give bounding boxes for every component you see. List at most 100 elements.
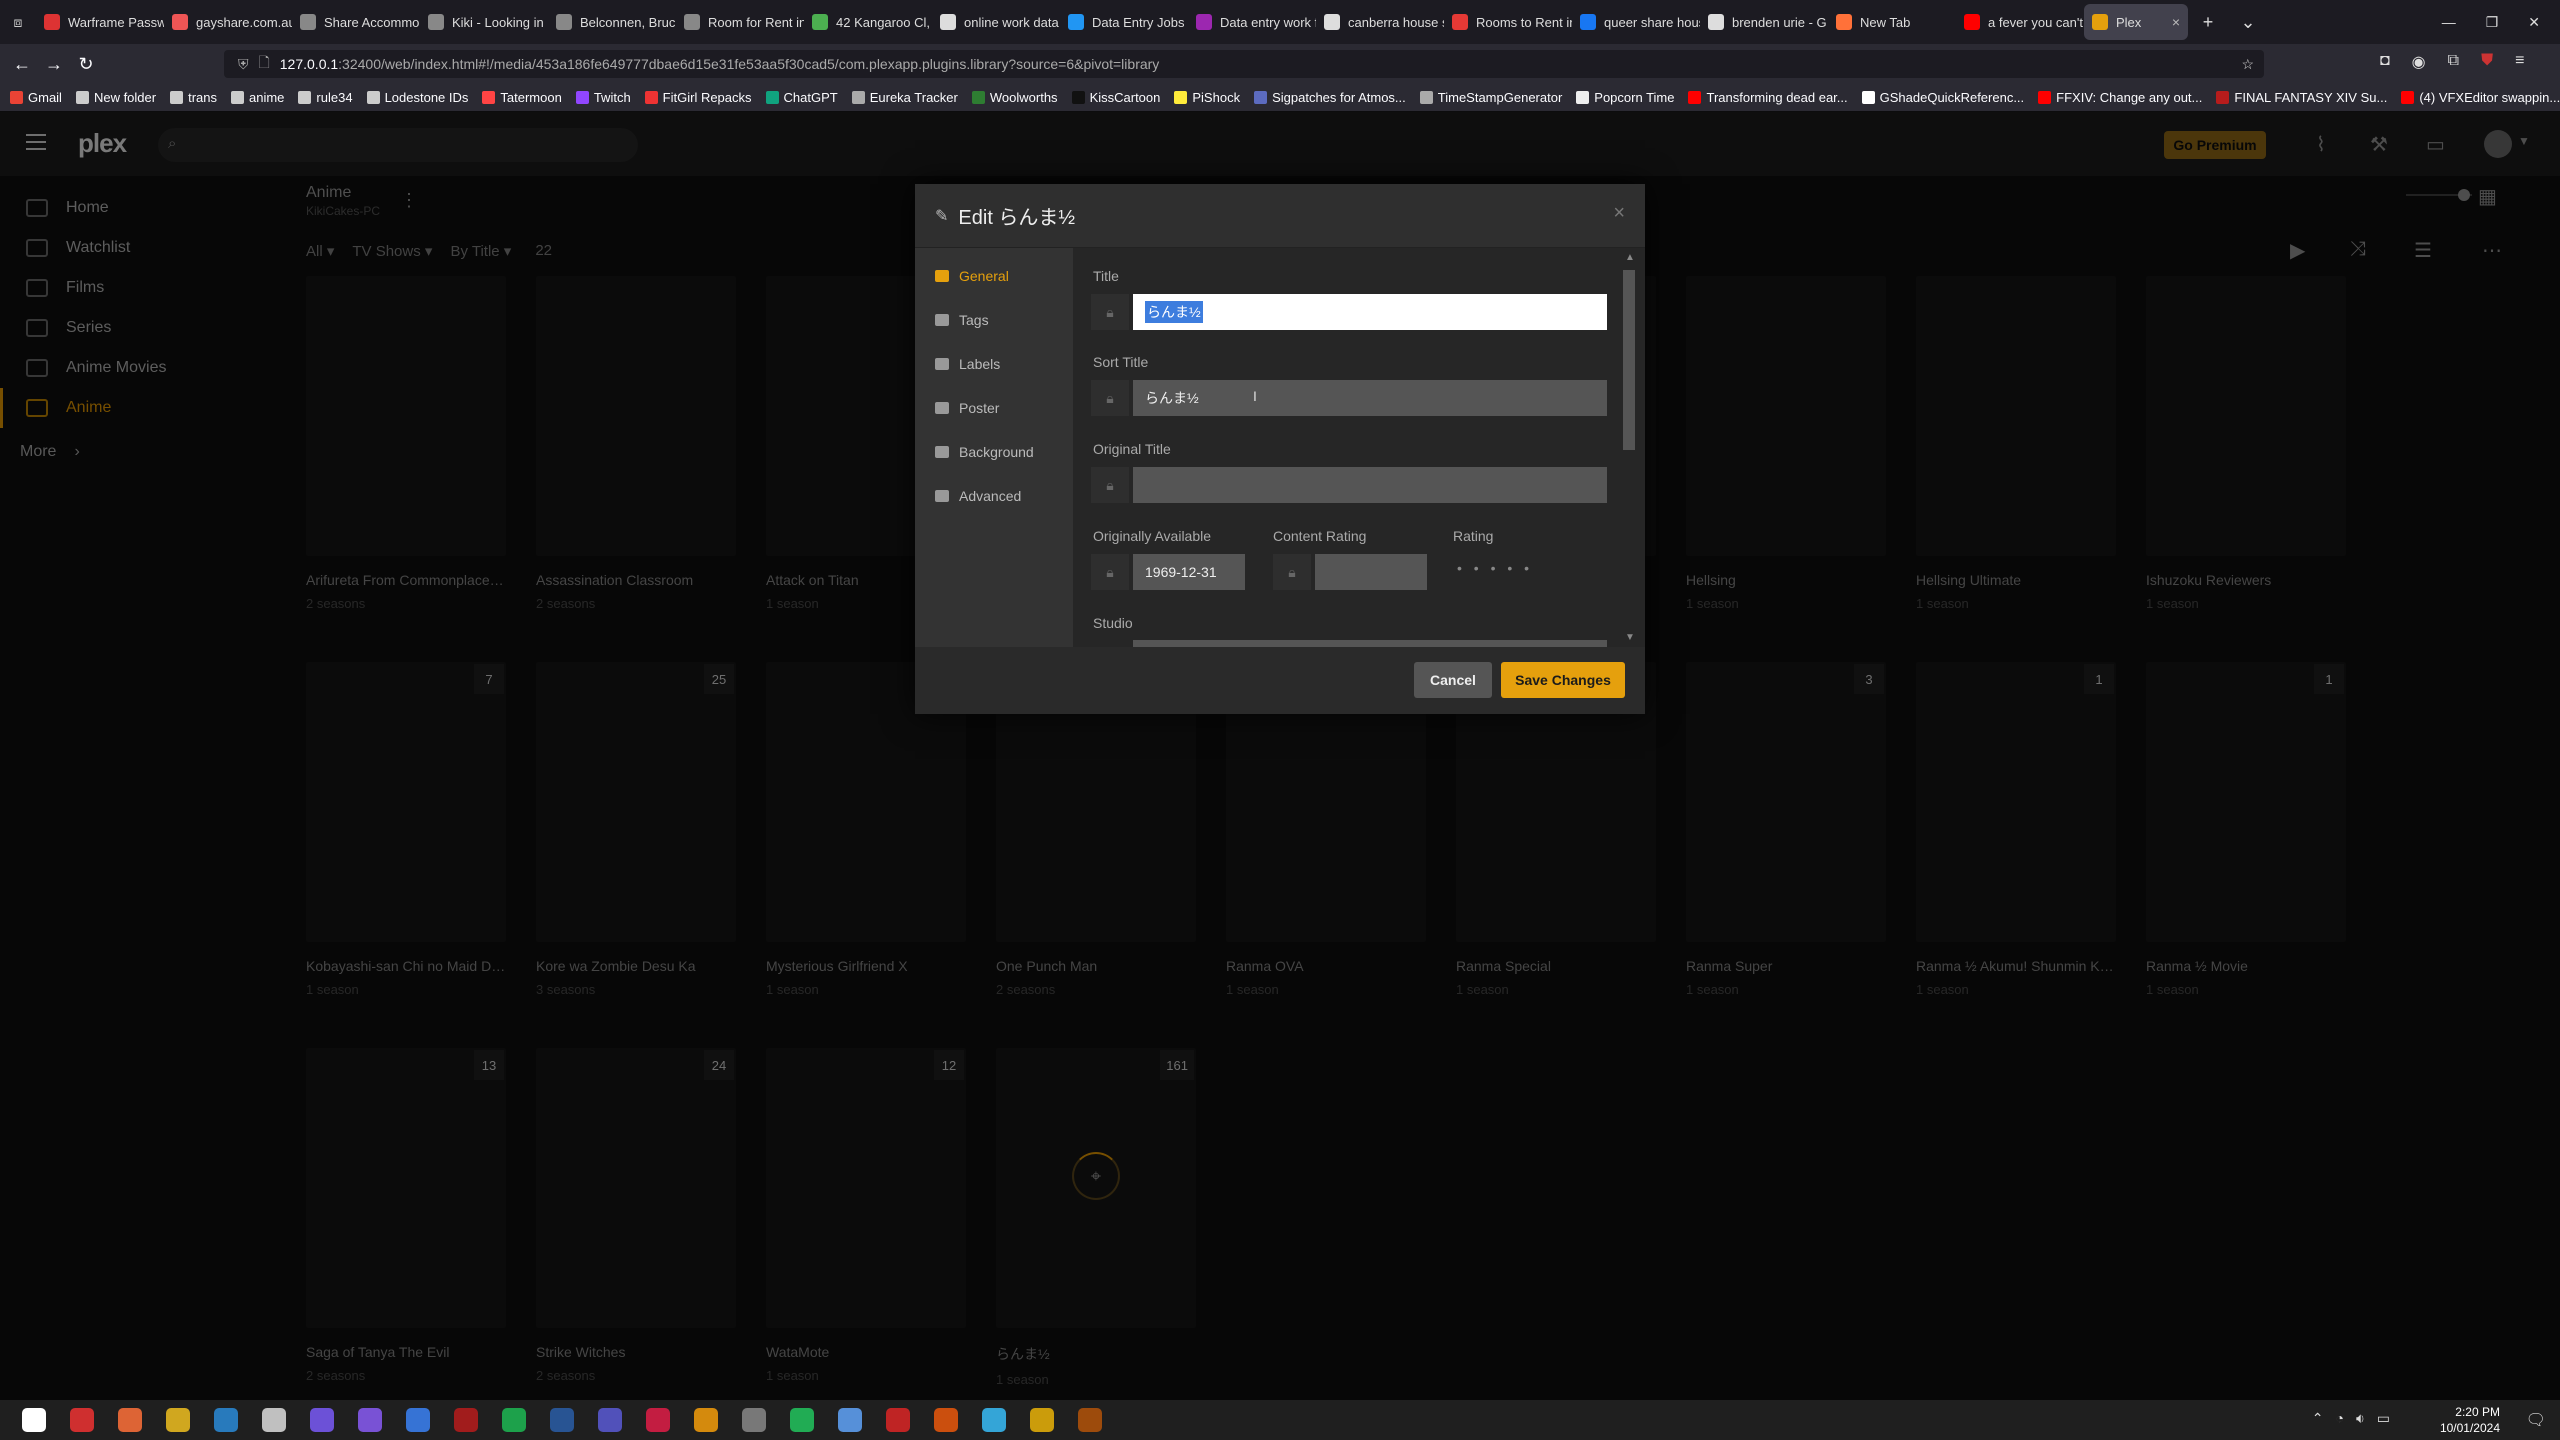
cancel-button[interactable]: Cancel <box>1414 662 1492 698</box>
browser-tab[interactable]: Rooms to Rent in <box>1444 4 1572 40</box>
reload-icon[interactable]: ↻ <box>70 48 102 80</box>
bookmark-item[interactable]: Gmail <box>10 90 62 105</box>
bookmark-item[interactable]: KissCartoon <box>1071 90 1160 105</box>
lock-icon[interactable]: 🔒︎ <box>1273 554 1311 590</box>
page-icon[interactable]: 🗋 <box>259 52 270 76</box>
browser-tab[interactable]: Belconnen, Bruc <box>548 4 676 40</box>
system-tray[interactable]: ⌃ ◔ 🔉︎ ▭ <box>2312 1410 2390 1427</box>
bookmark-item[interactable]: GShadeQuickReferenc... <box>1861 90 2024 105</box>
bookmark-item[interactable]: Lodestone IDs <box>366 90 468 105</box>
messenger-icon[interactable] <box>358 1408 382 1432</box>
browser-tab[interactable]: Share Accommo <box>292 4 420 40</box>
opera-icon[interactable] <box>70 1408 94 1432</box>
browser-tab[interactable]: Data Entry Jobs f <box>1060 4 1188 40</box>
browser-tab[interactable]: brenden urie - G <box>1700 4 1828 40</box>
bookmark-item[interactable]: rule34 <box>298 90 353 105</box>
game-launcher-icon[interactable] <box>1078 1408 1102 1432</box>
ea-icon[interactable] <box>550 1408 574 1432</box>
tab-overflow-icon[interactable]: ⌄ <box>2228 12 2268 33</box>
file-explorer-icon[interactable] <box>166 1408 190 1432</box>
bookmark-item[interactable]: Woolworths <box>971 90 1058 105</box>
account-icon[interactable]: ◉ <box>2412 52 2426 72</box>
url-bar[interactable]: ⛨ 🗋 127.0.0.1:32400/web/index.html#!/med… <box>224 50 2264 78</box>
browser-tab[interactable]: a fever you can't <box>1956 4 2084 40</box>
edge-app-icon[interactable] <box>982 1408 1006 1432</box>
browser-tab[interactable]: queer share hous <box>1572 4 1700 40</box>
title-input[interactable]: らんま½ <box>1133 294 1607 330</box>
forward-arrow-icon[interactable]: → <box>38 48 70 80</box>
edit-nav-advanced[interactable]: Advanced <box>915 474 1073 518</box>
browser-tab[interactable]: Plex × <box>2084 4 2188 40</box>
close-window-icon[interactable]: ✕ <box>2528 14 2540 31</box>
bookmark-item[interactable]: FINAL FANTASY XIV Su... <box>2216 90 2387 105</box>
pdf-icon[interactable] <box>886 1408 910 1432</box>
minimize-icon[interactable]: — <box>2442 14 2456 31</box>
scrollbar-thumb[interactable] <box>1623 270 1635 450</box>
edit-nav-background[interactable]: Background <box>915 430 1073 474</box>
bookmark-item[interactable]: Twitch <box>575 90 631 105</box>
bookmark-item[interactable]: Popcorn Time <box>1576 90 1674 105</box>
bookmark-star-icon[interactable]: ☆ <box>2241 56 2254 73</box>
settings-icon[interactable] <box>742 1408 766 1432</box>
start-icon[interactable] <box>22 1408 46 1432</box>
browser-tab[interactable]: 42 Kangaroo Cl, <box>804 4 932 40</box>
restore-icon[interactable]: ❐ <box>2486 14 2499 31</box>
browser-tab[interactable]: online work data <box>932 4 1060 40</box>
lock-icon[interactable]: 🔒︎ <box>1091 554 1129 590</box>
xbox-icon[interactable] <box>790 1408 814 1432</box>
volume-icon[interactable]: 🔉︎ <box>2356 1410 2365 1427</box>
lock-icon[interactable]: 🔒︎ <box>1091 380 1129 416</box>
content-rating-input[interactable] <box>1315 554 1427 590</box>
taskbar-clock[interactable]: 2:20 PM 10/01/2024 <box>2440 1404 2500 1436</box>
bookmark-item[interactable]: Transforming dead ear... <box>1688 90 1848 105</box>
firefox-icon[interactable] <box>118 1408 142 1432</box>
save-changes-button[interactable]: Save Changes <box>1501 662 1625 698</box>
bookmark-item[interactable]: Eureka Tracker <box>851 90 958 105</box>
bookmark-item[interactable]: (4) VFXEditor swappin... <box>2401 90 2560 105</box>
dialog-scrollbar[interactable]: ▲ ▼ <box>1623 252 1637 644</box>
shield-icon[interactable]: ⛨ <box>238 56 249 73</box>
bookmark-item[interactable]: TimeStampGenerator <box>1419 90 1562 105</box>
new-tab-icon[interactable]: + <box>2188 12 2228 33</box>
browser-tab[interactable]: Data entry work f <box>1188 4 1316 40</box>
vscode-icon[interactable] <box>214 1408 238 1432</box>
battery-icon[interactable]: ▭ <box>2377 1410 2390 1427</box>
epic-icon[interactable] <box>454 1408 478 1432</box>
discord-icon[interactable] <box>310 1408 334 1432</box>
lock-icon[interactable]: 🔒︎ <box>1091 467 1129 503</box>
bookmark-item[interactable]: trans <box>170 90 217 105</box>
close-icon[interactable]: × <box>1613 202 1625 225</box>
edit-nav-general[interactable]: General <box>915 254 1073 298</box>
photos-icon[interactable] <box>1030 1408 1054 1432</box>
paint-icon[interactable] <box>838 1408 862 1432</box>
steam-icon[interactable] <box>262 1408 286 1432</box>
bookmark-item[interactable]: FitGirl Repacks <box>644 90 752 105</box>
outlook-icon[interactable] <box>406 1408 430 1432</box>
chevron-up-icon[interactable]: ⌃ <box>2312 1410 2324 1427</box>
studio-input[interactable] <box>1133 640 1607 647</box>
browser-tab[interactable]: Warframe Passw <box>36 4 164 40</box>
lock-icon[interactable]: 🔒︎ <box>1091 294 1129 330</box>
pocket-icon[interactable]: ◘ <box>2380 52 2390 72</box>
browser-tab[interactable]: Room for Rent in <box>676 4 804 40</box>
original-title-input[interactable] <box>1133 467 1607 503</box>
browser-tab[interactable]: canberra house s <box>1316 4 1444 40</box>
extensions-icon[interactable]: ⧉ <box>2448 52 2459 72</box>
bookmark-item[interactable]: Tatermoon <box>482 90 562 105</box>
browser-tab[interactable]: Kiki - Looking in <box>420 4 548 40</box>
ublock-icon[interactable]: ⛊ <box>2481 52 2493 72</box>
tab-list-icon[interactable]: ⧈ <box>0 4 36 40</box>
edit-nav-labels[interactable]: Labels <box>915 342 1073 386</box>
edit-nav-tags[interactable]: Tags <box>915 298 1073 342</box>
bookmark-item[interactable]: Sigpatches for Atmos... <box>1254 90 1406 105</box>
browser-tab[interactable]: gayshare.com.au <box>164 4 292 40</box>
bookmark-item[interactable]: anime <box>231 90 284 105</box>
originally-available-input[interactable]: 1969-12-31 <box>1133 554 1245 590</box>
authy-icon[interactable] <box>646 1408 670 1432</box>
notifications-icon[interactable]: 🗨︎ <box>2526 1410 2546 1430</box>
browser-tab[interactable]: New Tab <box>1828 4 1956 40</box>
bookmark-item[interactable]: New folder <box>75 90 156 105</box>
spotify-icon[interactable] <box>502 1408 526 1432</box>
proton-icon[interactable] <box>598 1408 622 1432</box>
edit-nav-poster[interactable]: Poster <box>915 386 1073 430</box>
